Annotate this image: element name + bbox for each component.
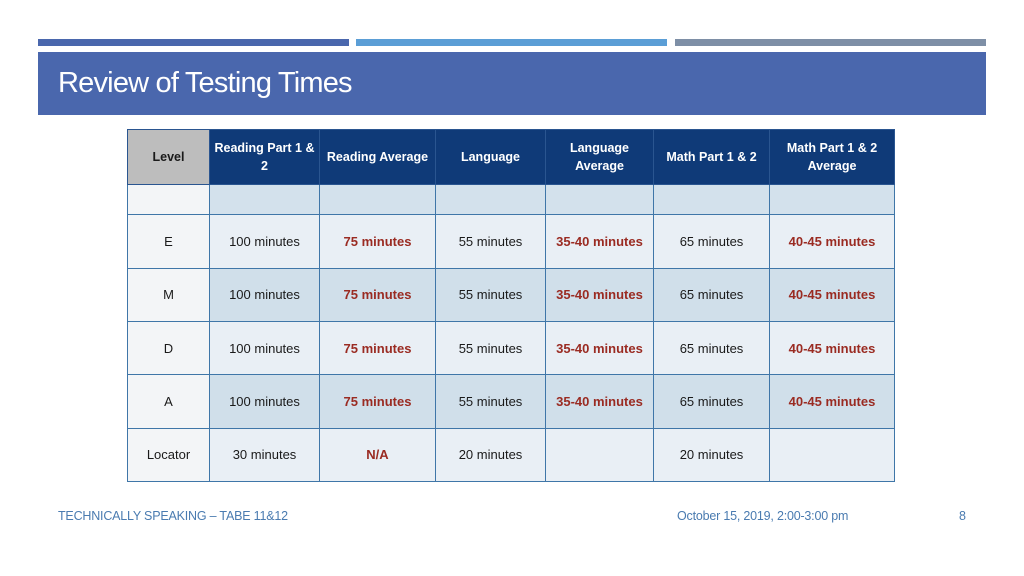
header-math-part-1-2: Math Part 1 & 2	[653, 129, 770, 185]
cell-level	[127, 183, 210, 216]
header-math-average: Math Part 1 & 2 Average	[769, 129, 895, 185]
cell-level: A	[127, 374, 210, 429]
header-reading-part-1-2: Reading Part 1 & 2	[209, 129, 320, 185]
accent-bar-3	[675, 39, 986, 46]
cell-average	[769, 427, 895, 483]
cell-average: 40-45 minutes	[769, 214, 895, 269]
cell-average: 75 minutes	[319, 267, 436, 322]
cell-average: 75 minutes	[319, 320, 436, 376]
title-band: Review of Testing Times	[38, 52, 986, 115]
cell: 30 minutes	[209, 427, 320, 483]
cell-average: 75 minutes	[319, 214, 436, 269]
cell-level: D	[127, 320, 210, 376]
cell: 55 minutes	[435, 320, 546, 376]
cell: 65 minutes	[653, 267, 770, 322]
cell: 65 minutes	[653, 214, 770, 269]
cell-average: 40-45 minutes	[769, 320, 895, 376]
accent-bar-2	[356, 39, 667, 46]
cell	[435, 183, 546, 216]
table-row: M 100 minutes 75 minutes 55 minutes 35-4…	[127, 267, 895, 322]
slide-title: Review of Testing Times	[58, 67, 353, 99]
cell-average: N/A	[319, 427, 436, 483]
cell-average: 75 minutes	[319, 374, 436, 429]
cell: 100 minutes	[209, 374, 320, 429]
cell-average: 35-40 minutes	[545, 214, 654, 269]
cell-average: 35-40 minutes	[545, 320, 654, 376]
table-header-row: Level Reading Part 1 & 2 Reading Average…	[127, 129, 895, 185]
cell-average	[545, 427, 654, 483]
cell: 20 minutes	[653, 427, 770, 483]
header-language-average: Language Average	[545, 129, 654, 185]
cell: 55 minutes	[435, 267, 546, 322]
cell	[209, 183, 320, 216]
cell: 65 minutes	[653, 374, 770, 429]
table-row: D 100 minutes 75 minutes 55 minutes 35-4…	[127, 320, 895, 376]
table-row: A 100 minutes 75 minutes 55 minutes 35-4…	[127, 374, 895, 429]
footer-date: October 15, 2019, 2:00-3:00 pm	[677, 509, 849, 523]
header-level: Level	[127, 129, 210, 185]
cell: 100 minutes	[209, 267, 320, 322]
slide-number: 8	[959, 509, 966, 523]
cell-average: 35-40 minutes	[545, 267, 654, 322]
cell: 20 minutes	[435, 427, 546, 483]
testing-times-table: Level Reading Part 1 & 2 Reading Average…	[127, 129, 895, 483]
cell-average: 40-45 minutes	[769, 374, 895, 429]
footer-presentation-title: TECHNICALLY SPEAKING – TABE 11&12	[58, 509, 288, 523]
cell: 55 minutes	[435, 374, 546, 429]
table-row: E 100 minutes 75 minutes 55 minutes 35-4…	[127, 214, 895, 269]
cell: 100 minutes	[209, 214, 320, 269]
table-row: Locator 30 minutes N/A 20 minutes 20 min…	[127, 427, 895, 483]
cell	[545, 183, 654, 216]
cell: 100 minutes	[209, 320, 320, 376]
cell-level: E	[127, 214, 210, 269]
cell: 55 minutes	[435, 214, 546, 269]
accent-bar-1	[38, 39, 349, 46]
cell	[769, 183, 895, 216]
cell-average: 40-45 minutes	[769, 267, 895, 322]
cell-average: 35-40 minutes	[545, 374, 654, 429]
cell: 65 minutes	[653, 320, 770, 376]
testing-times-table-container: Level Reading Part 1 & 2 Reading Average…	[127, 129, 895, 483]
cell	[653, 183, 770, 216]
cell	[319, 183, 436, 216]
table-row	[127, 183, 895, 216]
header-reading-average: Reading Average	[319, 129, 436, 185]
cell-level: M	[127, 267, 210, 322]
cell-level: Locator	[127, 427, 210, 483]
header-language: Language	[435, 129, 546, 185]
